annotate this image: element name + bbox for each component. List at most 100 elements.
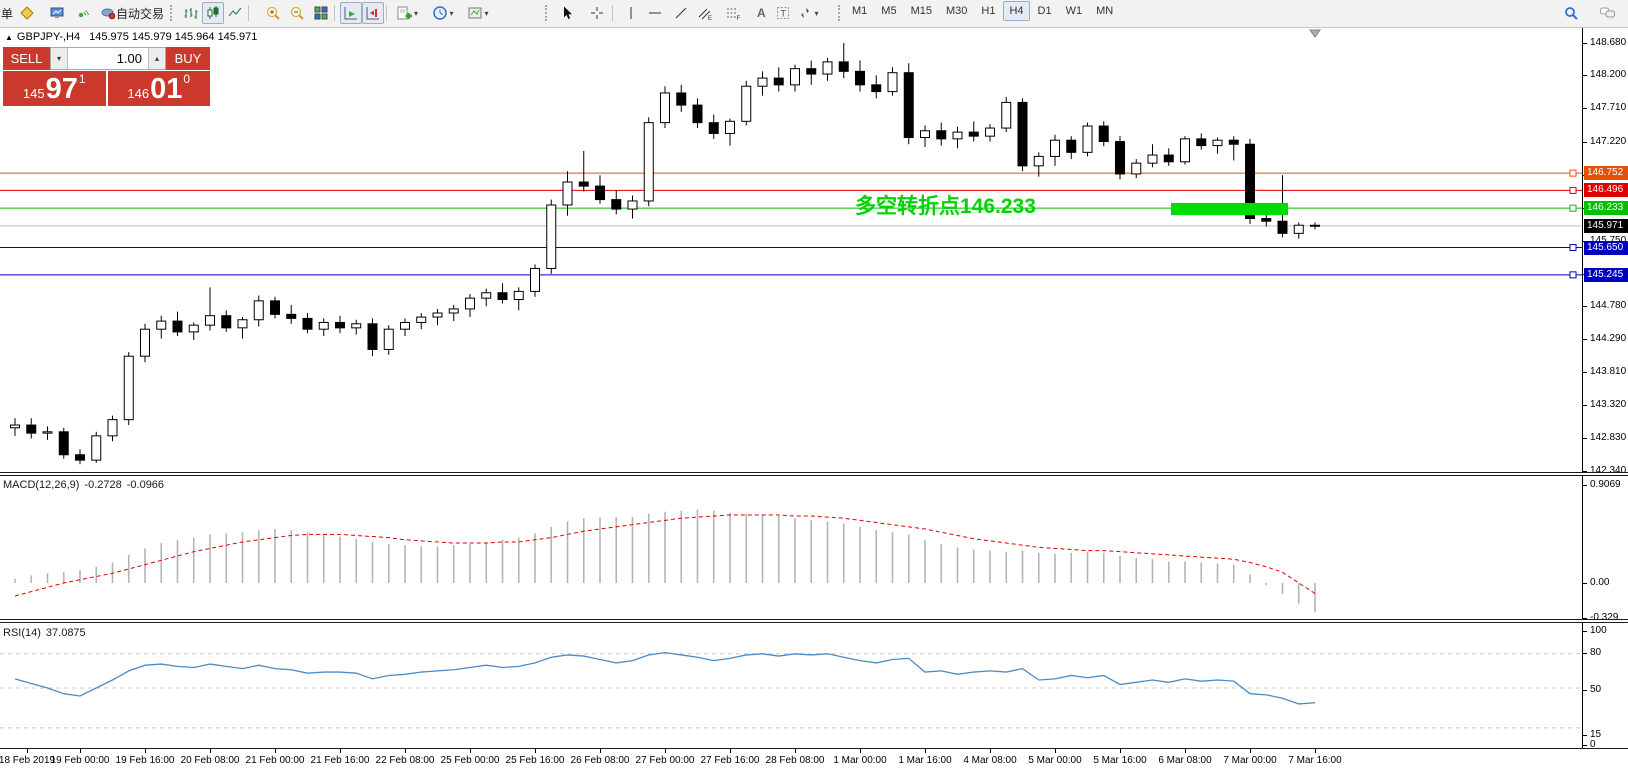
candle xyxy=(921,125,930,147)
candle xyxy=(726,119,735,146)
rsi-indicator-label: RSI(14)37.0875 xyxy=(3,627,91,639)
volume-decrease-button[interactable]: ▾ xyxy=(51,48,68,69)
chat-button[interactable] xyxy=(1596,2,1618,24)
indicators-button[interactable]: ▾ xyxy=(392,2,422,24)
cursor-button[interactable] xyxy=(556,2,578,24)
price-line-handle[interactable] xyxy=(1570,272,1576,278)
vertical-line-button[interactable] xyxy=(620,2,642,24)
volume-increase-button[interactable]: ▴ xyxy=(148,48,165,69)
new-order-icon xyxy=(19,5,35,21)
time-scale[interactable]: 18 Feb 201919 Feb 00:0019 Feb 16:0020 Fe… xyxy=(0,749,1628,773)
timeframe-mn[interactable]: MN xyxy=(1090,1,1119,21)
time-tick-label: 7 Mar 16:00 xyxy=(1275,755,1355,766)
price-line-label: 145.245 xyxy=(1584,268,1628,282)
price-line-handle[interactable] xyxy=(1570,170,1576,176)
time-tick xyxy=(1120,749,1121,753)
toolbar-separator xyxy=(386,5,387,21)
text-label-button[interactable]: T xyxy=(772,2,794,24)
panel-separator[interactable] xyxy=(0,472,1628,476)
zoom-out-button[interactable] xyxy=(286,2,308,24)
templates-icon xyxy=(467,5,483,21)
candlestick-chart-button[interactable] xyxy=(202,2,224,24)
timeframe-h4[interactable]: H4 xyxy=(1003,1,1029,21)
price-tick-label: 142.830 xyxy=(1590,432,1626,443)
text-button[interactable]: A xyxy=(750,2,772,24)
timeframe-w1[interactable]: W1 xyxy=(1060,1,1089,21)
sell-button[interactable]: SELL xyxy=(3,47,50,70)
price-scale[interactable]: 148.680148.200147.710147.220146.730146.2… xyxy=(1582,28,1628,749)
indicator-tick-label: 0.9069 xyxy=(1590,479,1621,490)
line-chart-icon xyxy=(227,5,243,21)
terminal-button[interactable] xyxy=(46,2,68,24)
candle xyxy=(563,171,572,216)
timeframe-m1[interactable]: M1 xyxy=(846,1,873,21)
panel-separator[interactable] xyxy=(0,619,1628,623)
toolbar-separator xyxy=(612,5,613,21)
zoom-in-icon xyxy=(265,5,281,21)
signal-button[interactable] xyxy=(72,2,94,24)
horizontal-line-button[interactable] xyxy=(644,2,666,24)
price-line-handle[interactable] xyxy=(1570,187,1576,193)
text-icon: A xyxy=(753,5,769,21)
timeframe-h1[interactable]: H1 xyxy=(975,1,1001,21)
timeframe-m15[interactable]: M15 xyxy=(905,1,938,21)
trendline-button[interactable] xyxy=(670,2,692,24)
periods-button[interactable]: ▾ xyxy=(428,2,458,24)
candle xyxy=(433,309,442,325)
rsi-panel-canvas[interactable] xyxy=(0,625,1582,746)
horizontal-line-icon xyxy=(647,5,663,21)
new-order-label[interactable]: 单 xyxy=(1,5,14,22)
candle xyxy=(189,322,198,340)
chat-icon xyxy=(1599,5,1616,21)
svg-text:T: T xyxy=(781,9,787,19)
chart-shift-marker[interactable] xyxy=(1310,30,1320,37)
candle xyxy=(774,67,783,91)
macd-panel-canvas[interactable] xyxy=(0,477,1582,621)
line-chart-button[interactable] xyxy=(224,2,246,24)
volume-input[interactable] xyxy=(68,48,148,69)
candle xyxy=(904,63,913,144)
tile-windows-button[interactable] xyxy=(310,2,332,24)
zoom-in-button[interactable] xyxy=(262,2,284,24)
annotation-text[interactable]: 多空转折点146.233 xyxy=(855,194,1036,218)
candle xyxy=(173,312,182,336)
timeframe-m5[interactable]: M5 xyxy=(875,1,902,21)
timeframe-d1[interactable]: D1 xyxy=(1032,1,1058,21)
chart-shift-button[interactable] xyxy=(362,2,384,24)
crosshair-button[interactable] xyxy=(586,2,608,24)
candle xyxy=(661,86,670,128)
price-tick-label: 144.290 xyxy=(1590,333,1626,344)
highlight-rectangle[interactable] xyxy=(1171,203,1288,215)
arrows-button[interactable]: ▾ xyxy=(794,2,822,24)
candle xyxy=(384,325,393,355)
main-chart-canvas[interactable]: 多空转折点146.233 xyxy=(0,28,1582,474)
new-order-button[interactable] xyxy=(16,2,38,24)
price-line-handle[interactable] xyxy=(1570,205,1576,211)
price-line-label: 146.233 xyxy=(1584,201,1628,215)
candle xyxy=(1181,136,1190,164)
buy-price[interactable]: 146010 xyxy=(108,71,211,106)
timeframe-m30[interactable]: M30 xyxy=(940,1,973,21)
candle xyxy=(417,313,426,329)
channel-button[interactable]: E xyxy=(694,2,716,24)
autotrading-icon xyxy=(100,5,117,21)
price-line-label: 145.650 xyxy=(1584,241,1628,255)
candle xyxy=(271,297,280,319)
fibonacci-button[interactable]: F xyxy=(722,2,744,24)
price-line-handle[interactable] xyxy=(1570,245,1576,251)
candle xyxy=(596,175,605,203)
candle xyxy=(11,418,20,436)
search-button[interactable] xyxy=(1560,2,1582,24)
indicator-tick xyxy=(1583,690,1587,691)
templates-button[interactable]: ▾ xyxy=(462,2,494,24)
auto-scroll-button[interactable] xyxy=(340,2,362,24)
autotrading-label[interactable]: 自动交易 xyxy=(116,5,164,22)
sell-price[interactable]: 145971 xyxy=(3,71,106,106)
bar-chart-button[interactable] xyxy=(180,2,202,24)
time-tick xyxy=(340,749,341,753)
candle xyxy=(352,320,361,335)
indicator-tick xyxy=(1583,653,1587,654)
buy-button[interactable]: BUY xyxy=(166,47,210,70)
macd-indicator-label: MACD(12,26,9)-0.2728-0.0966 xyxy=(3,479,169,491)
candle xyxy=(287,305,296,324)
